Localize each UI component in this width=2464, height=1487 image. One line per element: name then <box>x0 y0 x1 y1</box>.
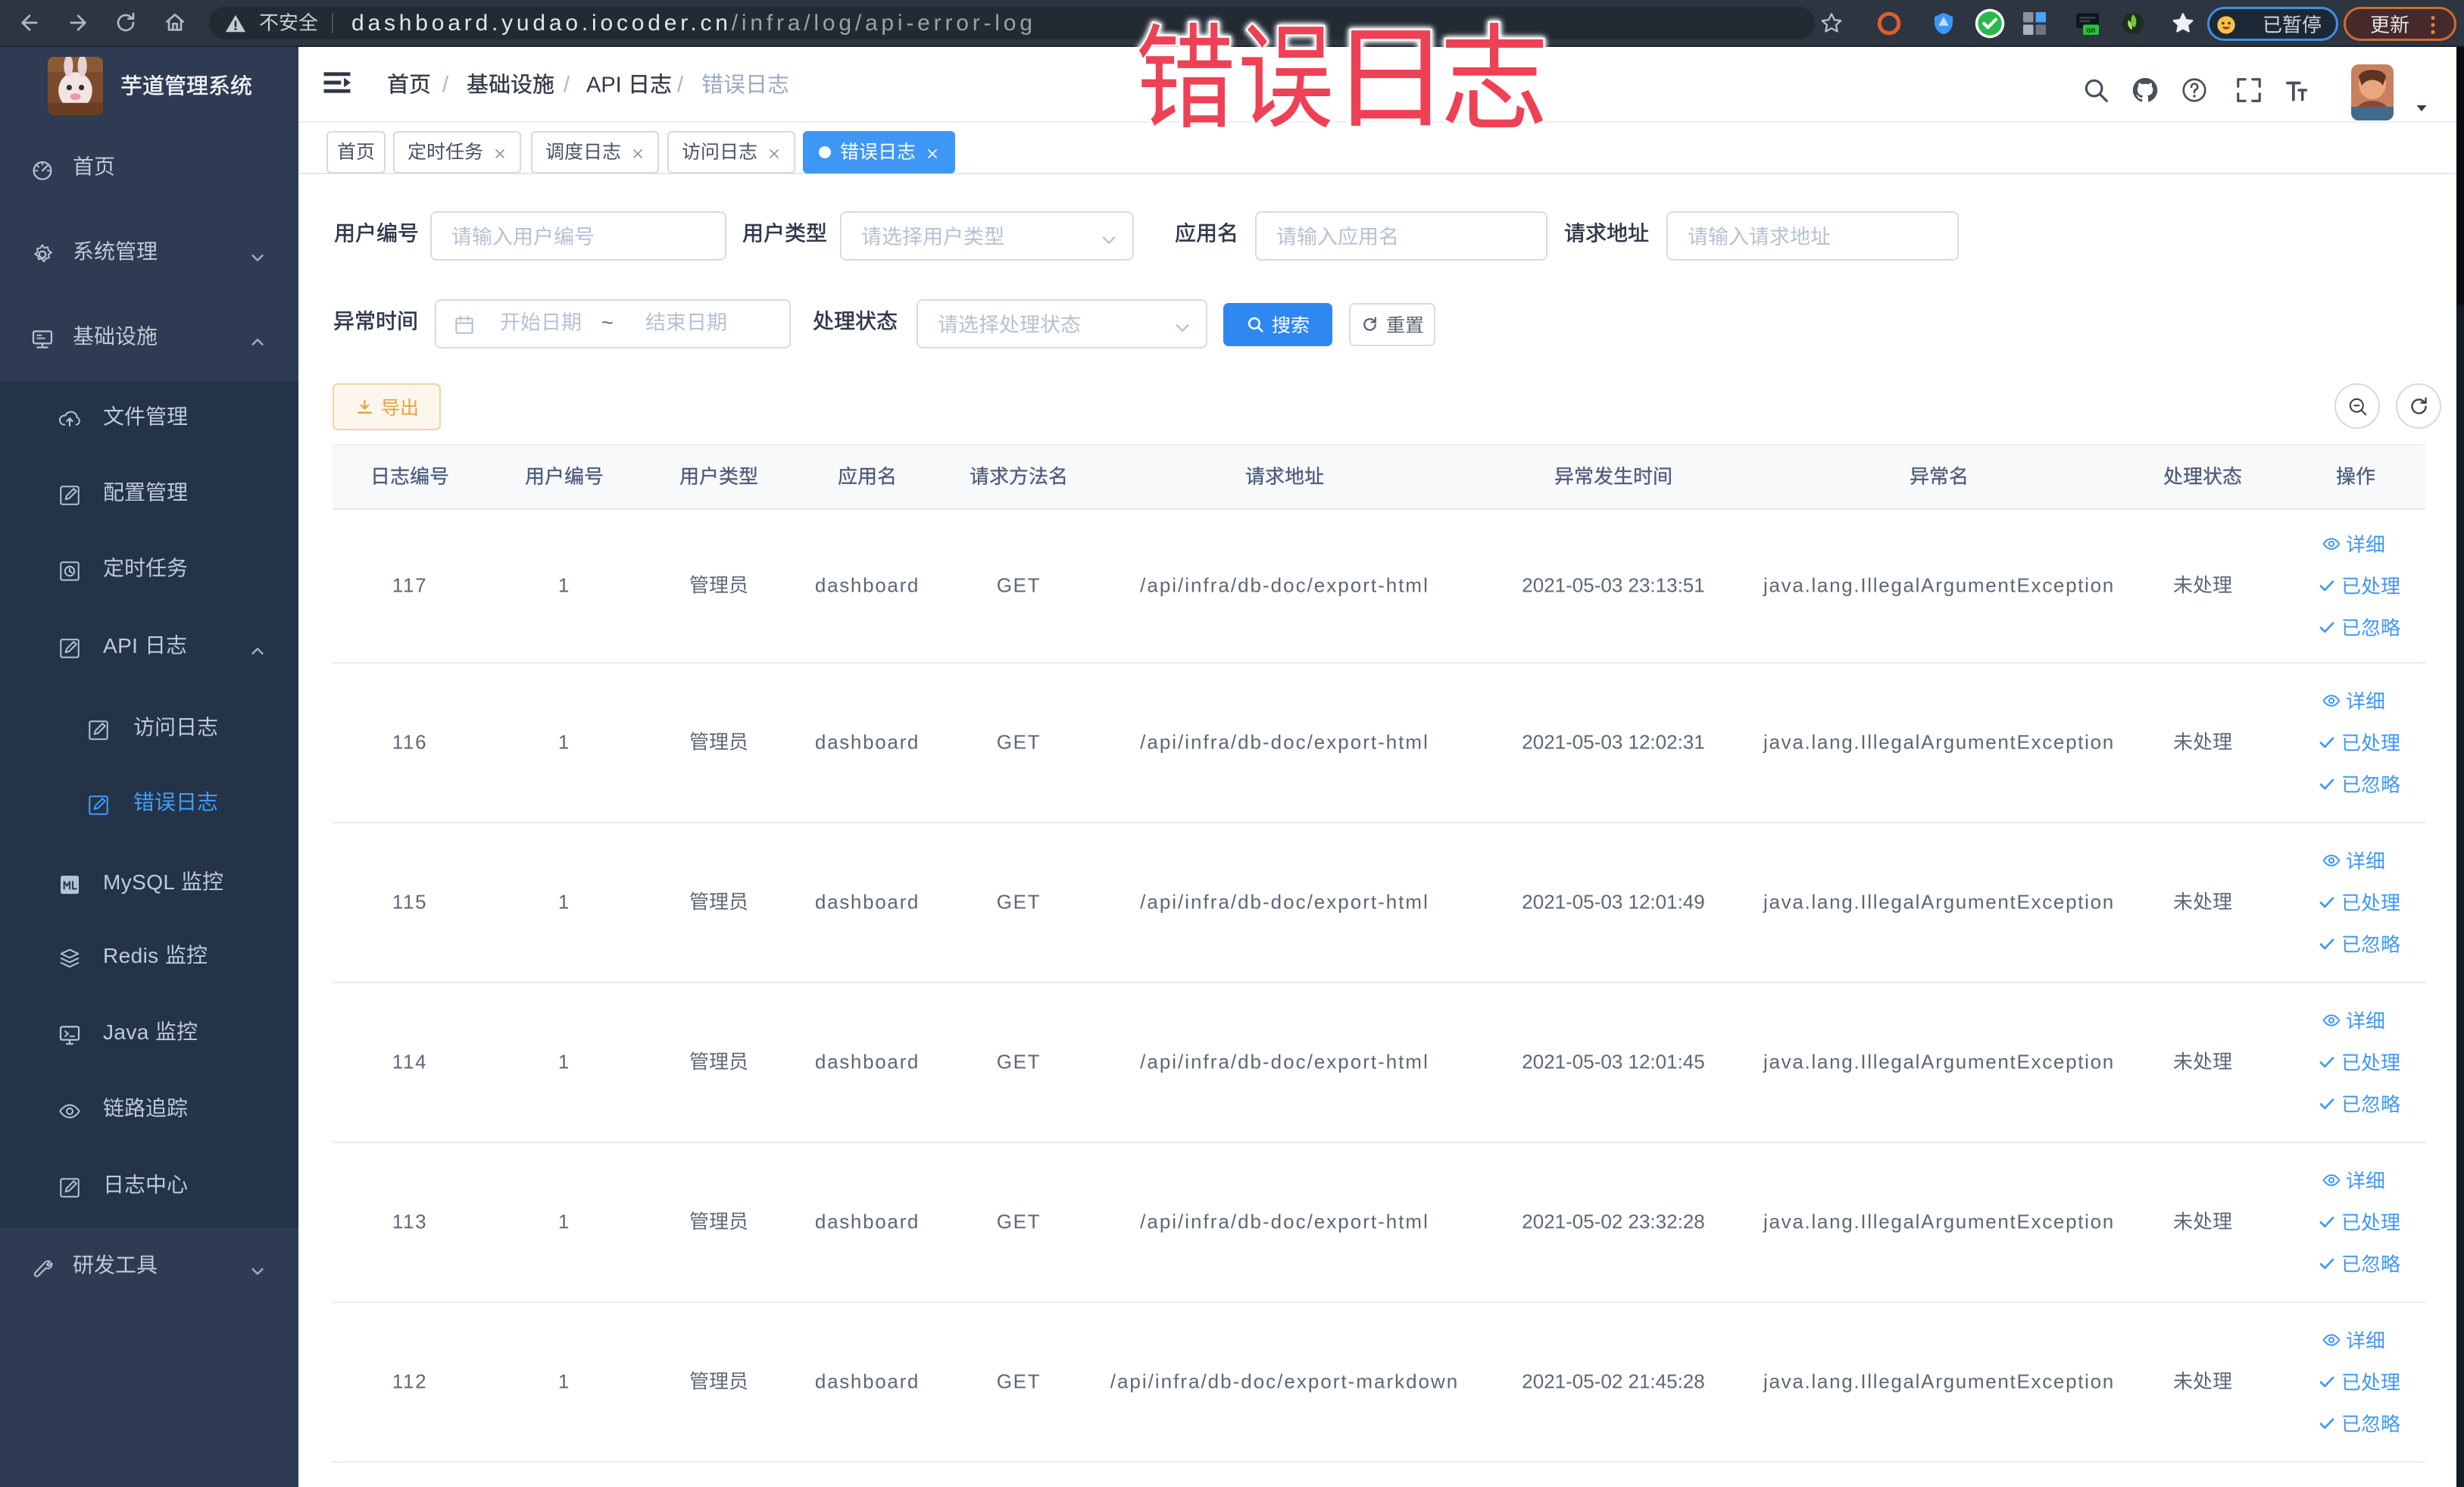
svg-text:on: on <box>2087 27 2096 35</box>
